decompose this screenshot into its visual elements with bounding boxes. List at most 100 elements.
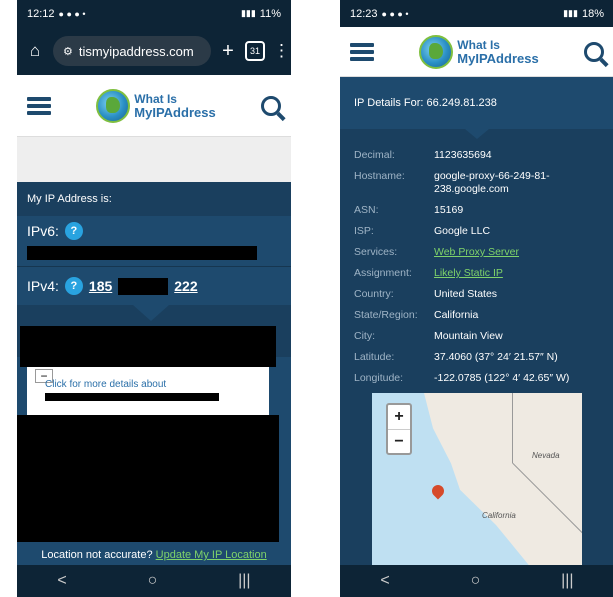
ip-details-list: Decimal: 1123635694 Hostname: google-proxy-…	[340, 129, 613, 579]
ad-space	[17, 137, 291, 182]
search-icon[interactable]	[261, 95, 281, 116]
site-header: What Is MyIPAddress	[340, 27, 613, 77]
map-zoom-control: + −	[386, 403, 412, 455]
ipv6-block: IPv6: ?	[17, 216, 291, 266]
detail-row: ISP: Google LLC	[354, 225, 600, 238]
site-header: What Is MyIPAddress	[17, 75, 291, 137]
battery-level: 11%	[259, 7, 281, 20]
notification-icons: ● ● ● •	[381, 8, 409, 19]
home-button[interactable]: ○	[471, 572, 481, 590]
location-pin-icon[interactable]	[429, 482, 447, 500]
detail-key: City:	[354, 330, 375, 342]
detail-row: Latitude: 37.4060 (37° 24′ 21.57″ N)	[354, 351, 600, 364]
ipv4-help-icon[interactable]: ?	[64, 277, 83, 295]
ipv6-help-icon[interactable]: ?	[64, 222, 83, 240]
site-logo[interactable]: What Is MyIPAddress	[96, 88, 216, 123]
map-label-california: California	[482, 511, 516, 520]
android-nav-bar: < ○ |||	[17, 565, 291, 597]
url-text: tismyipaddress.com	[78, 43, 194, 59]
status-bar: 12:12 ● ● ● • ▮▮▮ 11%	[17, 0, 291, 27]
ipv4-value-end[interactable]: 222	[174, 278, 197, 294]
detail-value: California	[434, 309, 479, 321]
ipv4-value-start[interactable]: 185	[89, 278, 112, 294]
ipv4-label: IPv4:	[27, 278, 59, 294]
detail-key: ISP:	[354, 225, 374, 237]
detail-key: State/Region:	[354, 309, 418, 321]
logo-line2: MyIPAddress	[457, 50, 539, 66]
right-phone-screen: 12:23 ● ● ● • ▮▮▮ 18% What Is MyIPAddres…	[340, 0, 613, 597]
status-bar: 12:23 ● ● ● • ▮▮▮ 18%	[340, 0, 613, 27]
hamburger-menu-icon[interactable]	[27, 96, 51, 115]
detail-row: Country: United States	[354, 288, 600, 301]
site-settings-icon[interactable]: ⚙	[63, 45, 73, 58]
detail-key: Longitude:	[354, 372, 404, 384]
detail-row: ASN: 15169	[354, 204, 600, 217]
logo-line2: MyIPAddress	[134, 104, 216, 120]
detail-value: google-proxy-66-249-81-238.google.com	[434, 170, 550, 195]
my-ip-label: My IP Address is:	[17, 182, 291, 216]
left-phone-screen: 12:12 ● ● ● • ▮▮▮ 11% ⌂ ⚙ tismyipaddress…	[17, 0, 291, 597]
address-bar[interactable]: ⚙ tismyipaddress.com	[53, 36, 211, 66]
ipv6-label: IPv6:	[27, 223, 59, 239]
detail-row: City: Mountain View	[354, 330, 600, 343]
signal-icon: ▮▮▮	[240, 8, 256, 18]
detail-key: Decimal:	[354, 149, 395, 161]
logo-line1: What Is	[457, 37, 500, 52]
detail-value: Google LLC	[434, 225, 491, 237]
detail-row: Longitude: -122.0785 (122° 4′ 42.65″ W)	[354, 372, 600, 385]
back-button[interactable]: <	[380, 572, 389, 590]
zoom-in-button[interactable]: +	[388, 405, 410, 429]
detail-row: Decimal: 1123635694	[354, 149, 600, 162]
redacted-detail-text	[45, 393, 219, 401]
detail-value: 1123635694	[434, 149, 492, 161]
hamburger-menu-icon[interactable]	[350, 42, 374, 61]
detail-row: Hostname: google-proxy-66-249-81-238.goog…	[354, 170, 600, 196]
recents-button[interactable]: |||	[561, 572, 573, 590]
globe-icon	[419, 34, 454, 69]
detail-key: Assignment:	[354, 267, 412, 279]
state-border	[512, 393, 513, 463]
recents-button[interactable]: |||	[238, 572, 250, 590]
menu-icon[interactable]: ⋮	[273, 41, 290, 61]
location-map[interactable]: + − Nevada California	[372, 393, 582, 569]
update-location-link[interactable]: Update My IP Location	[156, 549, 267, 561]
clock: 12:23	[350, 7, 378, 20]
detail-value-link[interactable]: Likely Static IP	[434, 267, 503, 279]
home-button[interactable]: ○	[148, 572, 158, 590]
detail-row: State/Region: California	[354, 309, 600, 322]
browser-toolbar: ⌂ ⚙ tismyipaddress.com + 31 ⋮	[17, 27, 291, 75]
new-tab-icon[interactable]: +	[219, 40, 237, 63]
home-icon[interactable]: ⌂	[25, 41, 45, 61]
detail-key: Hostname:	[354, 170, 405, 182]
detail-value: 37.4060 (37° 24′ 21.57″ N)	[434, 351, 558, 363]
detail-key: ASN:	[354, 204, 379, 216]
redacted-block-1	[20, 326, 276, 367]
detail-value: -122.0785 (122° 4′ 42.65″ W)	[434, 372, 570, 384]
detail-value: Web Proxy Server	[434, 246, 600, 259]
map-preview-card[interactable]: − Click for more details about	[27, 367, 269, 415]
detail-row: Assignment: Likely Static IP	[354, 267, 600, 280]
more-details-link[interactable]: Click for more details about	[45, 379, 166, 390]
ipv4-redacted	[118, 277, 169, 295]
back-button[interactable]: <	[57, 572, 66, 590]
detail-value: 15169	[434, 204, 464, 216]
detail-key: Country:	[354, 288, 394, 300]
detail-row: Services: Web Proxy Server	[354, 246, 600, 259]
map-label-nevada: Nevada	[532, 451, 560, 460]
notification-icons: ● ● ● •	[58, 8, 86, 19]
zoom-out-button[interactable]: −	[388, 429, 410, 453]
detail-key: Services:	[354, 246, 398, 258]
detail-value-link[interactable]: Web Proxy Server	[434, 246, 519, 258]
site-logo[interactable]: What Is MyIPAddress	[419, 34, 539, 69]
search-icon[interactable]	[584, 41, 604, 62]
redacted-block-2	[17, 415, 279, 542]
clock: 12:12	[27, 7, 55, 20]
logo-line1: What Is	[134, 91, 177, 106]
ip-details-for: IP Details For: 66.249.81.238	[354, 97, 497, 109]
location-note: Location not accurate? Update My IP Loca…	[17, 549, 291, 565]
android-nav-bar: < ○ |||	[340, 565, 613, 597]
signal-icon: ▮▮▮	[563, 8, 578, 18]
map-land	[424, 393, 582, 569]
battery-level: 18%	[581, 7, 604, 20]
tab-switcher-button[interactable]: 31	[245, 41, 265, 61]
